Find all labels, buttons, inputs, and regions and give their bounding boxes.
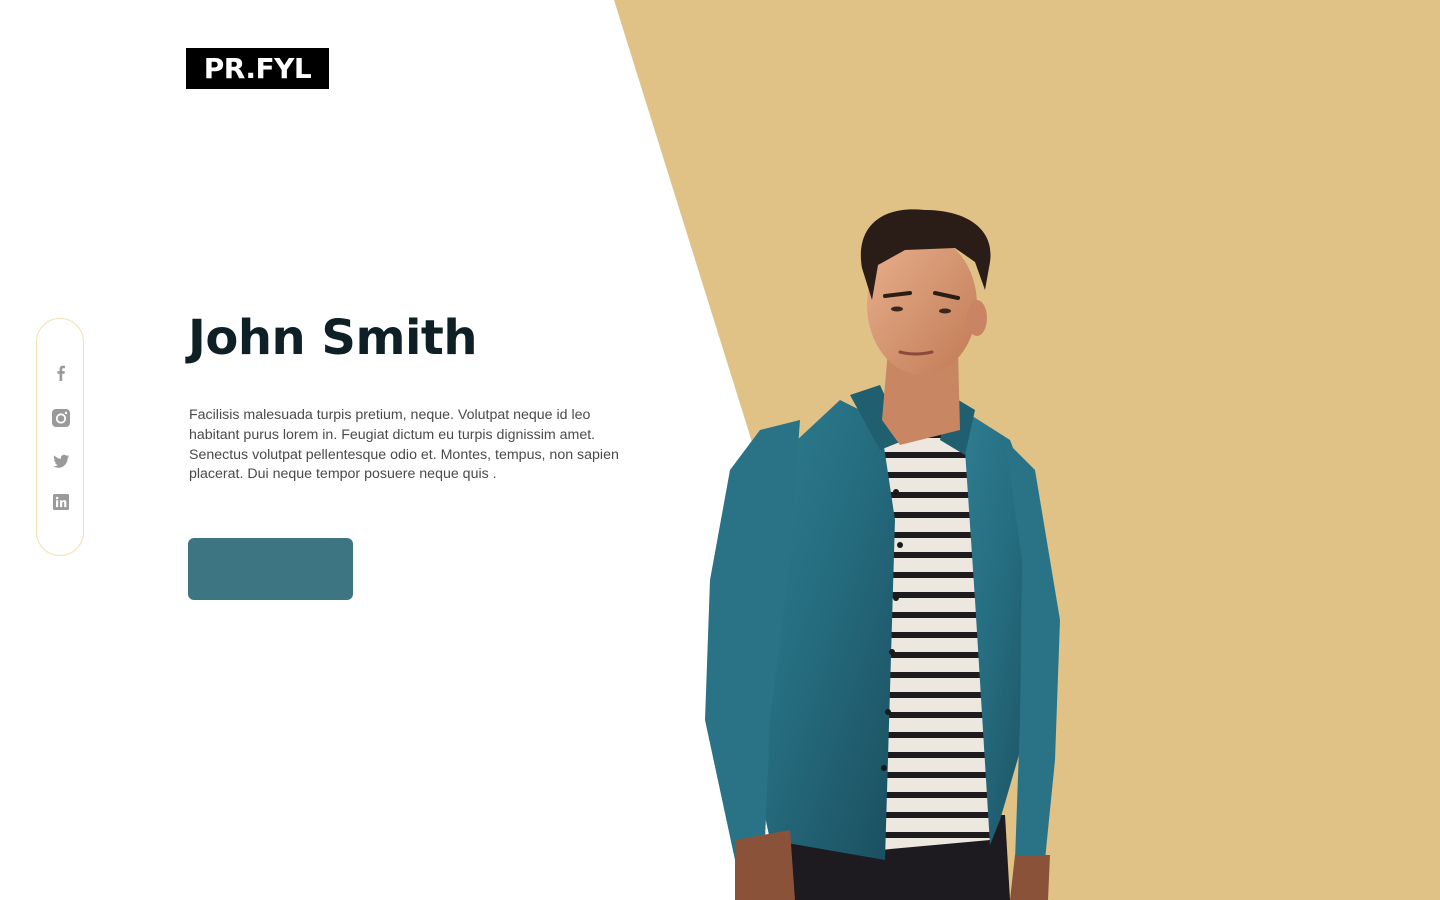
social-links-rail [36, 318, 84, 556]
facebook-icon[interactable] [51, 363, 71, 383]
brand-logo[interactable]: PR.FYL [186, 48, 329, 89]
twitter-icon[interactable] [51, 451, 71, 471]
hero-name-heading: John Smith [188, 310, 478, 366]
instagram-icon[interactable] [51, 408, 71, 428]
landing-page: PR.FYL John Smith Facilisis malesuada tu… [0, 0, 1440, 900]
hero-description: Facilisis malesuada turpis pretium, nequ… [189, 407, 619, 483]
linkedin-icon[interactable] [51, 492, 71, 512]
cta-button[interactable] [188, 538, 353, 600]
